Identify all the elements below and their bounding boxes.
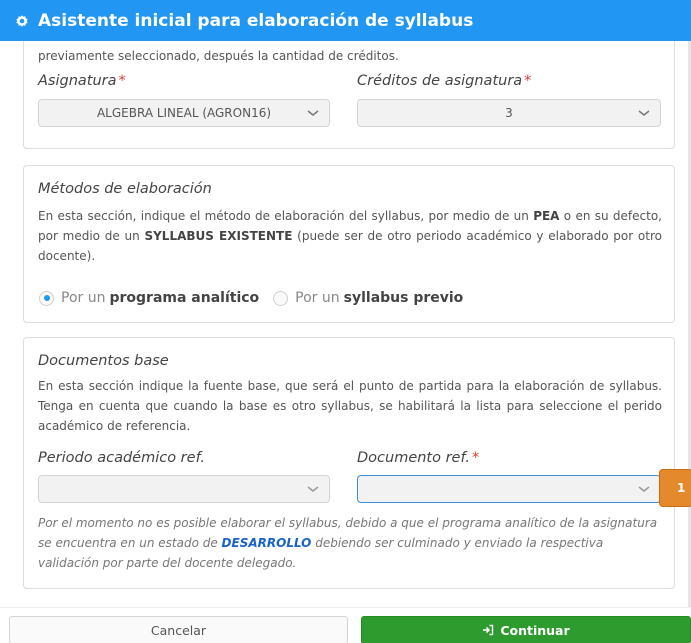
dialog-body[interactable]: previamente seleccionado, después la can… (0, 41, 691, 607)
metodos-description: En esta sección, indique el método de el… (38, 209, 662, 263)
chevron-down-icon (307, 486, 319, 492)
chevron-down-icon (638, 110, 650, 116)
required-mark: * (118, 73, 126, 89)
radio-syllabus-previo[interactable]: Por un syllabus previo (273, 290, 463, 306)
chevron-down-icon (638, 486, 650, 492)
desarrollo-link[interactable]: DESARROLLO (222, 536, 312, 550)
creditos-label: Créditos de asignatura * (357, 73, 532, 89)
documentos-title: Documentos base (38, 353, 169, 369)
creditos-value: 3 (505, 106, 513, 120)
step-badge: 1 (659, 469, 691, 507)
radio-button-checked[interactable] (39, 290, 54, 306)
sign-in-icon (482, 624, 494, 636)
asignatura-value: ALGEBRA LINEAL (AGRON16) (96, 106, 272, 120)
dialog-title: Asistente inicial para elaboración de sy… (38, 10, 474, 31)
dialog-footer: Cancelar Continuar (0, 607, 691, 643)
radio-programa-analitico[interactable]: Por un programa analítico (39, 290, 259, 306)
periodo-select[interactable] (38, 475, 330, 503)
asignatura-select[interactable]: ALGEBRA LINEAL (AGRON16) (38, 99, 330, 127)
metodo-radio-group: Por un programa analítico Por un syllabus … (39, 290, 477, 306)
continue-button[interactable]: Continuar (361, 616, 691, 643)
documentos-description: En esta sección indique la fuente base, … (38, 379, 662, 433)
metodos-title: Métodos de elaboración (38, 181, 212, 197)
periodo-label: Periodo académico ref. (38, 450, 206, 466)
metodos-card: Métodos de elaboración En esta sección, … (23, 165, 675, 323)
required-mark: * (524, 73, 532, 89)
intro-text: previamente seleccionado, después la can… (38, 49, 399, 63)
documento-label: Documento ref. * (357, 450, 480, 466)
radio-button-unchecked[interactable] (273, 290, 289, 306)
asignatura-card: previamente seleccionado, después la can… (23, 41, 675, 149)
chevron-down-icon (307, 110, 319, 116)
dialog-title-bar: Asistente inicial para elaboración de sy… (0, 0, 691, 41)
documento-select[interactable] (357, 475, 661, 503)
required-mark: * (471, 450, 480, 466)
cancel-button[interactable]: Cancelar (9, 616, 348, 643)
gear-icon (12, 11, 32, 31)
documentos-card: Documentos base En esta sección indique … (23, 337, 675, 589)
creditos-select[interactable]: 3 (357, 99, 661, 127)
status-note: Por el momento no es posible elaborar el… (38, 516, 658, 570)
asignatura-label: Asignatura * (38, 73, 126, 89)
